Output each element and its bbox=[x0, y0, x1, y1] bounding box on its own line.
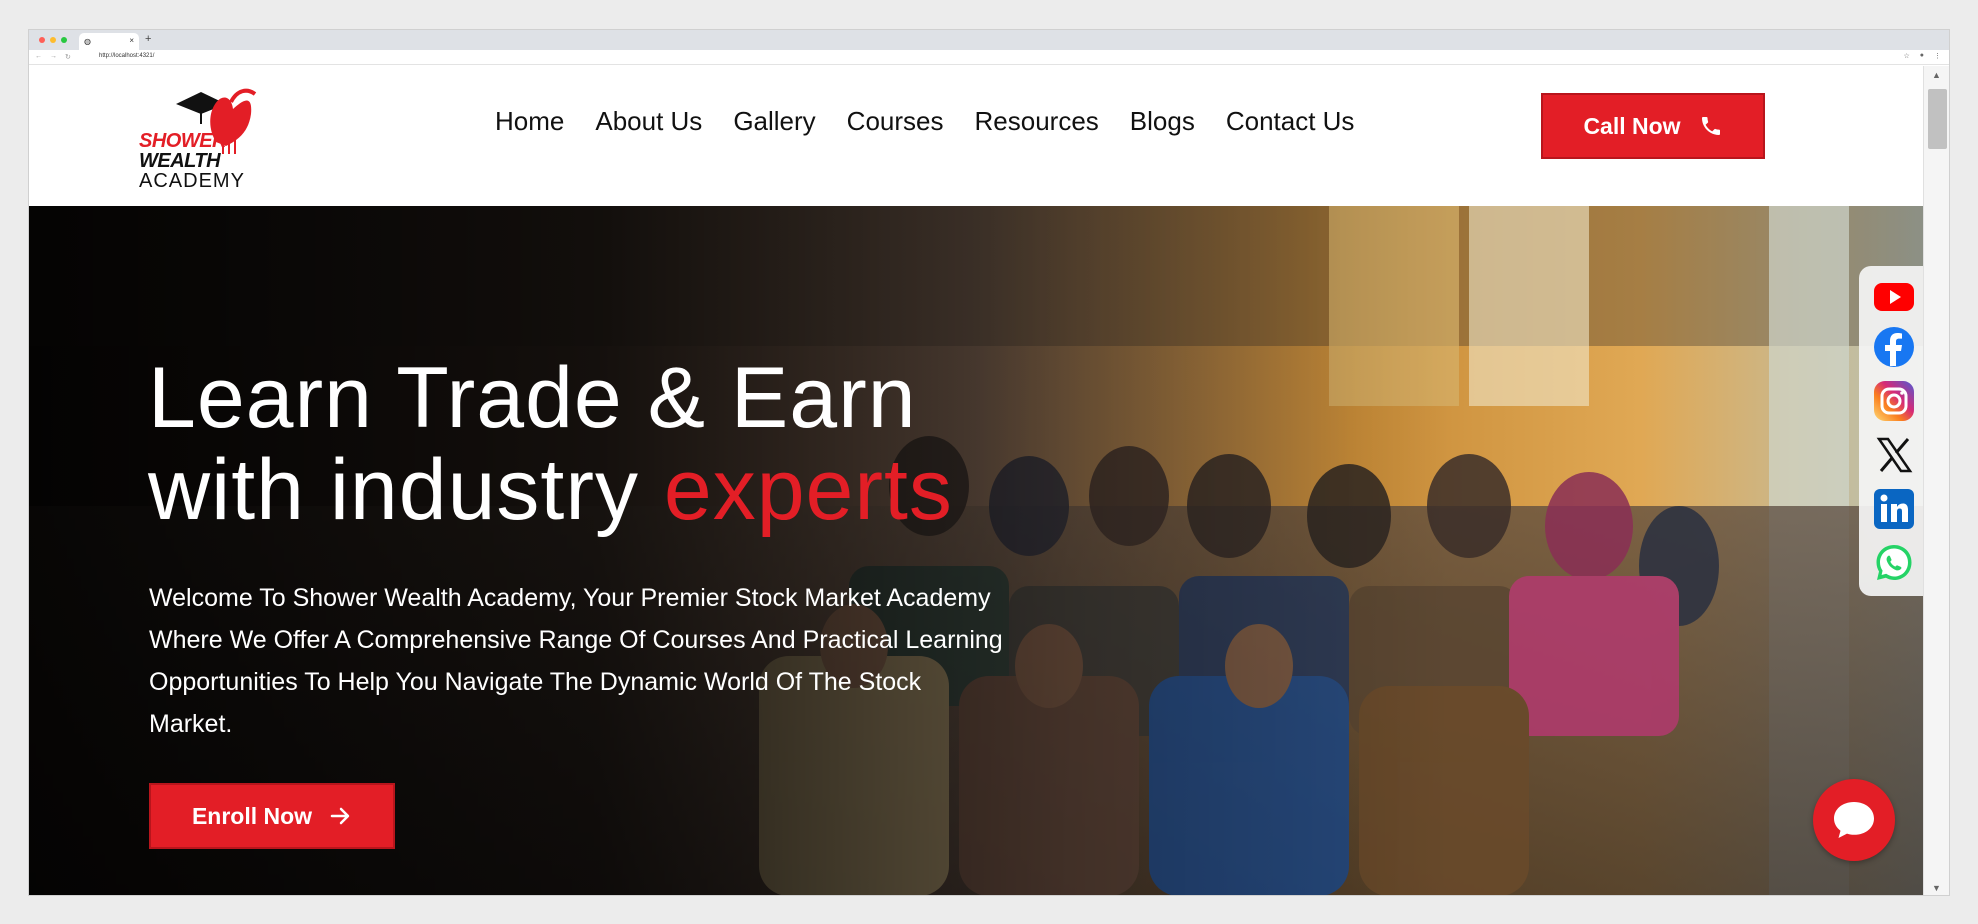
nav-controls: ← → ↻ bbox=[35, 53, 71, 61]
menu-kebab-icon[interactable]: ⋮ bbox=[1934, 52, 1941, 60]
hero-section: Learn Trade & Earn with industry experts… bbox=[29, 206, 1925, 895]
facebook-icon[interactable] bbox=[1873, 326, 1915, 368]
arrow-right-icon bbox=[330, 807, 350, 825]
nav-about-us[interactable]: About Us bbox=[595, 106, 702, 137]
x-icon[interactable] bbox=[1873, 434, 1915, 476]
hero-title-line1: Learn Trade & Earn bbox=[148, 350, 917, 446]
nav-contact-us[interactable]: Contact Us bbox=[1226, 106, 1355, 137]
enroll-now-label: Enroll Now bbox=[191, 802, 313, 829]
nav-courses[interactable]: Courses bbox=[847, 106, 944, 137]
main-nav: Home About Us Gallery Courses Resources … bbox=[495, 106, 1354, 137]
scroll-up-icon[interactable]: ▲ bbox=[1932, 70, 1941, 80]
close-tab-icon[interactable]: × bbox=[129, 36, 134, 45]
call-now-button[interactable]: Call Now bbox=[1541, 93, 1765, 159]
browser-tab[interactable]: ◍ × bbox=[79, 33, 139, 50]
back-icon[interactable]: ← bbox=[35, 53, 42, 61]
linkedin-icon[interactable] bbox=[1873, 488, 1915, 530]
reload-icon[interactable]: ↻ bbox=[65, 53, 71, 61]
globe-icon: ◍ bbox=[84, 37, 91, 46]
nav-blogs[interactable]: Blogs bbox=[1130, 106, 1195, 137]
maximize-window-button[interactable] bbox=[61, 37, 67, 43]
minimize-window-button[interactable] bbox=[50, 37, 56, 43]
academy-logo[interactable]: SHOWER WEALTH ACADEMY bbox=[137, 84, 272, 192]
new-tab-button[interactable]: + bbox=[145, 33, 151, 45]
phone-icon bbox=[1701, 117, 1720, 135]
site-header: SHOWER WEALTH ACADEMY Home About Us Gall… bbox=[29, 66, 1925, 206]
scroll-thumb[interactable] bbox=[1928, 89, 1947, 149]
youtube-icon[interactable] bbox=[1873, 276, 1915, 318]
window-controls bbox=[39, 37, 67, 43]
bookmark-star-icon[interactable]: ☆ bbox=[1903, 52, 1909, 60]
chat-button[interactable] bbox=[1813, 779, 1895, 861]
chat-icon bbox=[1834, 802, 1874, 838]
scroll-down-icon[interactable]: ▼ bbox=[1932, 883, 1941, 893]
forward-icon[interactable]: → bbox=[50, 53, 57, 61]
profile-icon[interactable]: ● bbox=[1920, 52, 1924, 60]
nav-gallery[interactable]: Gallery bbox=[733, 106, 815, 137]
toolbar-right: ☆ ● ⋮ bbox=[1903, 52, 1941, 60]
hero-title-line2: with industry bbox=[148, 442, 664, 538]
enroll-now-button[interactable]: Enroll Now bbox=[149, 783, 395, 849]
nav-home[interactable]: Home bbox=[495, 106, 564, 137]
address-bar: ← → ↻ http://localhost:4321/ ☆ ● ⋮ bbox=[29, 50, 1949, 65]
page-viewport: SHOWER WEALTH ACADEMY Home About Us Gall… bbox=[29, 66, 1925, 895]
hero-title-accent: experts bbox=[663, 442, 953, 538]
hero-description: Welcome To Shower Wealth Academy, Your P… bbox=[149, 584, 1003, 738]
nav-resources[interactable]: Resources bbox=[975, 106, 1099, 137]
call-now-label: Call Now bbox=[1583, 112, 1681, 139]
logo-line3: ACADEMY bbox=[139, 170, 245, 192]
hero-title: Learn Trade & Earn with industry experts bbox=[148, 352, 953, 536]
url-field[interactable]: http://localhost:4321/ bbox=[99, 53, 154, 59]
browser-tabbar: ◍ × + bbox=[29, 30, 1949, 50]
instagram-icon[interactable] bbox=[1873, 380, 1915, 422]
page-scrollbar[interactable]: ▲ ▼ bbox=[1923, 66, 1949, 895]
browser-window: ◍ × + ← → ↻ http://localhost:4321/ ☆ ● ⋮ bbox=[28, 29, 1950, 896]
close-window-button[interactable] bbox=[39, 37, 45, 43]
whatsapp-icon[interactable] bbox=[1873, 542, 1915, 584]
social-sidebar bbox=[1859, 266, 1925, 596]
